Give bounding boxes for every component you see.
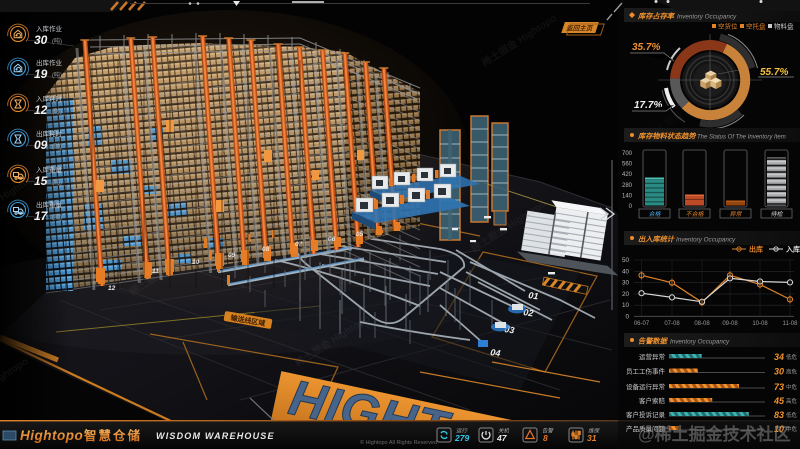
svg-text:07-08: 07-08	[664, 321, 680, 327]
svg-text:客户索赔: 客户索赔	[639, 396, 666, 405]
svg-text:入库重量: 入库重量	[36, 165, 63, 174]
svg-text:出库耗时: 出库耗时	[36, 129, 63, 138]
svg-text:55.7%: 55.7%	[760, 67, 788, 78]
svg-text:45: 45	[773, 396, 785, 406]
svg-text:30: 30	[774, 367, 784, 377]
svg-text:09-08: 09-08	[722, 321, 738, 327]
svg-text:73: 73	[774, 382, 784, 392]
svg-text:低危: 低危	[786, 411, 798, 419]
svg-text:560: 560	[622, 162, 633, 168]
svg-text:83: 83	[774, 410, 784, 420]
svg-text:10: 10	[622, 302, 630, 309]
svg-text:出库作业: 出库作业	[36, 58, 63, 67]
svg-text:员工工伤事件: 员工工伤事件	[626, 367, 666, 376]
svg-text:8: 8	[543, 433, 548, 443]
svg-text:04: 04	[490, 347, 501, 358]
svg-text:合格: 合格	[648, 210, 661, 218]
svg-text:不合格: 不合格	[685, 210, 704, 218]
svg-text:30: 30	[622, 280, 630, 287]
svg-text:31: 31	[587, 433, 597, 443]
svg-text:中危: 中危	[786, 383, 798, 391]
svg-text:10-08: 10-08	[752, 321, 768, 327]
svg-text:返回主页: 返回主页	[565, 24, 594, 33]
svg-text:06-07: 06-07	[634, 321, 650, 327]
svg-text:280: 280	[622, 183, 633, 189]
svg-text:入库耗时: 入库耗时	[36, 94, 63, 103]
svg-text:告警数据: 告警数据	[638, 337, 669, 346]
svg-text:客户投诉记录: 客户投诉记录	[626, 410, 666, 419]
svg-text:19: 19	[34, 67, 48, 81]
svg-text:140: 140	[622, 193, 633, 199]
svg-text:出入库统计: 出入库统计	[638, 235, 675, 244]
svg-text:© Hightopo All Rights Reserved: © Hightopo All Rights Reserved	[360, 439, 437, 446]
svg-text:11-08: 11-08	[783, 321, 799, 327]
svg-text:The Status Of The Inventory It: The Status Of The Inventory Item	[697, 134, 786, 140]
svg-text:异常: 异常	[729, 210, 742, 218]
svg-text:17: 17	[34, 209, 49, 223]
svg-text:高危: 高危	[786, 368, 798, 376]
svg-text:40: 40	[622, 268, 630, 275]
svg-text:34: 34	[774, 352, 784, 362]
svg-text:出库重量: 出库重量	[36, 200, 63, 209]
svg-text:50: 50	[622, 257, 630, 264]
svg-text:出库: 出库	[749, 245, 763, 254]
svg-text:20: 20	[622, 291, 630, 298]
svg-text:低危: 低危	[786, 353, 798, 361]
svg-text:700: 700	[622, 151, 633, 157]
svg-text:入库: 入库	[785, 245, 800, 254]
svg-text:设备运行异常: 设备运行异常	[626, 382, 665, 391]
svg-text:09: 09	[34, 138, 48, 152]
svg-text:Inventory Occupancy: Inventory Occupancy	[670, 338, 730, 345]
svg-text:Hightopo: Hightopo	[20, 428, 83, 443]
svg-text:Inventory Occupancy: Inventory Occupancy	[676, 236, 736, 243]
svg-text:47: 47	[496, 433, 508, 443]
svg-text:(时): (时)	[52, 107, 62, 115]
svg-text:智慧仓储: 智慧仓储	[83, 428, 142, 443]
svg-text:12: 12	[34, 103, 48, 117]
svg-text:(时): (时)	[52, 142, 62, 150]
svg-text:(吨): (吨)	[52, 71, 62, 79]
svg-text:(吨): (吨)	[52, 213, 62, 221]
svg-text:420: 420	[622, 172, 633, 178]
svg-text:运营异常: 运营异常	[639, 352, 665, 361]
svg-text:15: 15	[34, 174, 48, 188]
svg-text:08-08: 08-08	[694, 321, 710, 327]
svg-text:01: 01	[528, 290, 539, 301]
svg-text:@稀土掘金技术社区: @稀土掘金技术社区	[638, 424, 791, 444]
svg-text:高危: 高危	[786, 397, 798, 405]
svg-text:库存物料状态趋势: 库存物料状态趋势	[637, 132, 696, 141]
svg-text:(吨): (吨)	[52, 178, 62, 186]
svg-text:待检: 待检	[770, 210, 783, 218]
svg-text:WISDOM WAREHOUSE: WISDOM WAREHOUSE	[156, 431, 275, 441]
svg-text:279: 279	[454, 433, 469, 443]
svg-text:0: 0	[625, 314, 629, 321]
